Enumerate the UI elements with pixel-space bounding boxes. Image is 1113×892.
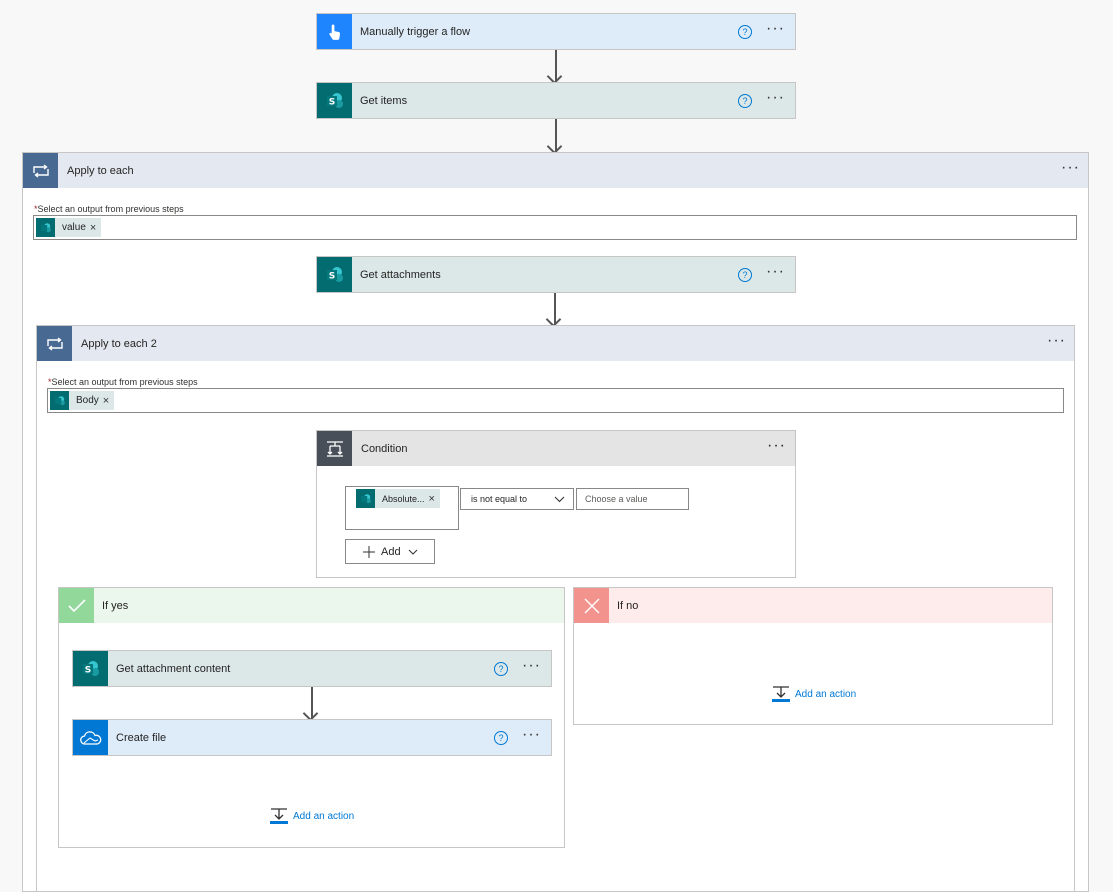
add-action-label: Add an action xyxy=(293,811,355,822)
body-token[interactable]: Body × xyxy=(50,391,115,410)
condition-header[interactable]: Condition ··· xyxy=(317,431,795,466)
sharepoint-icon: S xyxy=(73,651,108,686)
select-output-label: *Select an output from previous steps xyxy=(48,377,198,387)
more-options-icon[interactable]: ··· xyxy=(522,726,541,746)
more-options-icon[interactable]: ··· xyxy=(766,89,785,109)
get-items-card[interactable]: S Get items ? ··· xyxy=(316,82,796,119)
get-attachment-content-title: Get attachment content xyxy=(116,662,231,675)
sharepoint-icon xyxy=(50,391,69,410)
connector-arrow xyxy=(555,119,557,151)
token-label: Body xyxy=(76,395,99,406)
absolute-token[interactable]: Absolute... × xyxy=(356,489,440,508)
connector-arrow xyxy=(554,293,556,324)
add-button[interactable]: Add xyxy=(345,539,435,564)
sharepoint-icon xyxy=(36,218,55,237)
onedrive-icon xyxy=(73,720,108,755)
more-options-icon[interactable]: ··· xyxy=(1061,159,1080,179)
loop-icon xyxy=(37,326,72,361)
add-label: Add xyxy=(381,545,401,558)
help-icon[interactable]: ? xyxy=(738,267,753,282)
more-options-icon[interactable]: ··· xyxy=(766,20,785,40)
help-icon[interactable]: ? xyxy=(738,24,753,39)
plus-icon xyxy=(363,545,375,558)
more-options-icon[interactable]: ··· xyxy=(1047,332,1066,352)
remove-token-icon[interactable]: × xyxy=(103,395,114,407)
help-icon[interactable]: ? xyxy=(494,730,509,745)
operator-dropdown[interactable]: is not equal to xyxy=(460,488,574,510)
sharepoint-icon: S xyxy=(317,257,352,292)
trigger-title: Manually trigger a flow xyxy=(360,25,471,38)
condition-title: Condition xyxy=(361,442,408,455)
if-no-branch: If no xyxy=(573,587,1053,725)
condition-left-operand[interactable]: Absolute... × xyxy=(345,486,459,530)
select-output-label: *Select an output from previous steps xyxy=(34,204,184,214)
more-options-icon[interactable]: ··· xyxy=(767,437,786,457)
if-no-header: If no xyxy=(574,588,1052,623)
svg-text:S: S xyxy=(84,665,90,675)
apply-to-each-title: Apply to each xyxy=(67,164,134,177)
svg-text:S: S xyxy=(328,271,334,281)
connector-arrow xyxy=(555,50,557,81)
chevron-down-icon xyxy=(554,496,565,503)
select-output-input[interactable]: Body × xyxy=(47,388,1064,413)
more-options-icon[interactable]: ··· xyxy=(766,263,785,283)
apply-to-each-header[interactable]: Apply to each ··· xyxy=(23,153,1088,188)
token-label: Absolute... xyxy=(382,493,425,504)
remove-token-icon[interactable]: × xyxy=(90,222,101,234)
remove-token-icon[interactable]: × xyxy=(429,493,440,505)
add-action-link-no[interactable]: Add an action xyxy=(772,686,856,703)
connector-arrow xyxy=(311,687,313,718)
operator-label: is not equal to xyxy=(471,494,528,504)
check-icon xyxy=(59,588,94,623)
value-placeholder: Choose a value xyxy=(585,494,648,504)
create-file-card[interactable]: Create file ? ··· xyxy=(72,719,552,756)
create-file-title: Create file xyxy=(116,731,167,744)
add-action-icon xyxy=(772,686,790,702)
apply-to-each-2-header[interactable]: Apply to each 2 ··· xyxy=(37,326,1074,361)
if-yes-title: If yes xyxy=(102,599,129,612)
add-action-link-yes[interactable]: Add an action xyxy=(270,808,354,825)
select-output-input[interactable]: value × xyxy=(33,215,1077,240)
if-yes-header: If yes xyxy=(59,588,564,623)
loop-icon xyxy=(23,153,58,188)
touch-icon xyxy=(317,14,352,49)
close-icon xyxy=(574,588,609,623)
add-action-label: Add an action xyxy=(795,689,857,700)
value-token[interactable]: value × xyxy=(36,218,102,237)
help-icon[interactable]: ? xyxy=(494,661,509,676)
sharepoint-icon xyxy=(356,489,375,508)
get-attachment-content-card[interactable]: S Get attachment content ? ··· xyxy=(72,650,552,687)
token-label: value xyxy=(62,222,86,233)
if-no-title: If no xyxy=(617,599,639,612)
svg-text:S: S xyxy=(328,97,334,107)
get-items-title: Get items xyxy=(360,94,408,107)
get-attachments-card[interactable]: S Get attachments ? ··· xyxy=(316,256,796,293)
trigger-card[interactable]: Manually trigger a flow ? ··· xyxy=(316,13,796,50)
get-attachments-title: Get attachments xyxy=(360,268,441,281)
sharepoint-icon: S xyxy=(317,83,352,118)
value-input[interactable]: Choose a value xyxy=(576,488,689,510)
more-options-icon[interactable]: ··· xyxy=(522,657,541,677)
add-action-icon xyxy=(270,808,288,824)
condition-icon xyxy=(317,431,352,466)
chevron-down-icon xyxy=(408,549,417,555)
apply-to-each-2-title: Apply to each 2 xyxy=(81,337,157,350)
help-icon[interactable]: ? xyxy=(738,93,753,108)
